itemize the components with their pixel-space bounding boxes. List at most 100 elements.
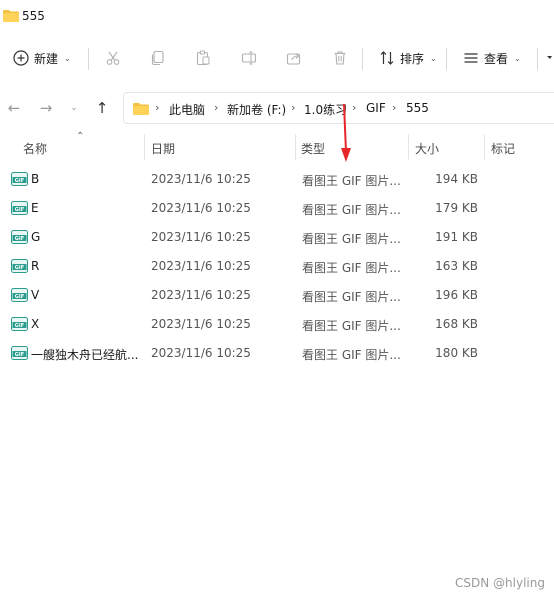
paste-button[interactable] [194, 44, 212, 72]
file-row[interactable]: GIF E 2023/11/6 10:25 看图王 GIF 图片... 179 KB [0, 194, 554, 223]
up-button[interactable]: ↑ [92, 98, 112, 118]
file-name: B [31, 172, 40, 186]
breadcrumb-this-pc[interactable]: 此电脑 [169, 101, 205, 118]
file-type: 看图王 GIF 图片... [302, 232, 401, 246]
command-bar: 新建 ⌄ 排序 ⌄ 查看 ⌄ [0, 36, 554, 80]
column-type[interactable]: 类型 [301, 140, 325, 157]
file-size: 168 KB [435, 317, 478, 331]
file-name: X [31, 317, 40, 331]
gif-file-icon: GIF [11, 317, 28, 331]
column-size[interactable]: 大小 [415, 140, 439, 157]
trash-icon [331, 49, 349, 67]
column-divider[interactable] [144, 134, 145, 160]
gif-file-icon: GIF [11, 288, 28, 302]
folder-icon [3, 10, 19, 22]
file-date: 2023/11/6 10:25 [151, 172, 251, 186]
sort-button-label: 排序 [400, 51, 425, 66]
file-size: 191 KB [435, 230, 478, 244]
file-type: 看图王 GIF 图片... [302, 174, 401, 188]
folder-icon [133, 103, 149, 115]
share-button[interactable] [285, 44, 303, 72]
gif-file-icon: GIF [11, 259, 28, 273]
svg-text:GIF: GIF [15, 265, 24, 271]
file-date: 2023/11/6 10:25 [151, 346, 251, 360]
file-size: 180 KB [435, 346, 478, 360]
copy-button[interactable] [149, 44, 167, 72]
breadcrumb-current[interactable]: 555 [406, 101, 429, 115]
file-row[interactable]: GIF X 2023/11/6 10:25 看图王 GIF 图片... 168 KB [0, 310, 554, 339]
chevron-right-icon: › [392, 101, 397, 114]
file-type: 看图王 GIF 图片... [302, 203, 401, 217]
file-name: G [31, 230, 41, 244]
file-size: 196 KB [435, 288, 478, 302]
chevron-right-icon: › [214, 101, 219, 114]
view-lines-icon [462, 49, 480, 67]
cut-button[interactable] [104, 44, 122, 72]
back-button[interactable]: ← [4, 98, 24, 118]
delete-button[interactable] [331, 44, 349, 72]
file-row[interactable]: GIF V 2023/11/6 10:25 看图王 GIF 图片... 196 KB [0, 281, 554, 310]
file-date: 2023/11/6 10:25 [151, 201, 251, 215]
gif-file-icon: GIF [11, 172, 28, 186]
file-row[interactable]: GIF G 2023/11/6 10:25 看图王 GIF 图片... 191 KB [0, 223, 554, 252]
arrow-left-icon: ← [7, 99, 21, 117]
svg-text:GIF: GIF [15, 323, 24, 329]
column-divider[interactable] [408, 134, 409, 160]
file-name: 一艘独木舟已经航... [31, 348, 139, 362]
window-title: 555 [22, 9, 45, 23]
toolbar-divider [362, 48, 363, 70]
file-type: 看图王 GIF 图片... [302, 319, 401, 333]
file-date: 2023/11/6 10:25 [151, 259, 251, 273]
title-bar: 555 [0, 0, 554, 32]
svg-text:GIF: GIF [15, 207, 24, 213]
sort-button[interactable]: 排序 ⌄ [378, 44, 437, 72]
svg-text:GIF: GIF [15, 236, 24, 242]
breadcrumb-folder-gif[interactable]: GIF [366, 101, 386, 115]
file-date: 2023/11/6 10:25 [151, 230, 251, 244]
new-button[interactable]: 新建 ⌄ [12, 44, 71, 72]
svg-text:GIF: GIF [15, 352, 24, 358]
file-type: 看图王 GIF 图片... [302, 290, 401, 304]
column-divider[interactable] [484, 134, 485, 160]
sort-icon [378, 49, 396, 67]
scissors-icon [104, 49, 122, 67]
file-size: 194 KB [435, 172, 478, 186]
gif-file-icon: GIF [11, 201, 28, 215]
filter-icon[interactable] [545, 48, 554, 68]
watermark: CSDN @hlyling [455, 576, 545, 590]
rename-icon [240, 49, 258, 67]
chevron-down-icon: ⌄ [430, 53, 437, 63]
file-name: E [31, 201, 39, 215]
column-tag[interactable]: 标记 [491, 140, 515, 157]
column-name[interactable]: 名称 [23, 140, 47, 157]
chevron-down-icon: ⌄ [64, 53, 71, 63]
breadcrumb-drive[interactable]: 新加卷 (F:) [227, 101, 286, 118]
view-button[interactable]: 查看 ⌄ [462, 44, 521, 72]
rename-button[interactable] [240, 44, 258, 72]
file-date: 2023/11/6 10:25 [151, 317, 251, 331]
column-header: ⌃ 名称 日期 类型 大小 标记 [0, 131, 554, 160]
file-date: 2023/11/6 10:25 [151, 288, 251, 302]
forward-button[interactable]: → [36, 98, 56, 118]
chevron-right-icon: › [155, 101, 160, 114]
file-size: 179 KB [435, 201, 478, 215]
file-row[interactable]: GIF 一艘独木舟已经航... 2023/11/6 10:25 看图王 GIF 图片.… [0, 339, 554, 368]
file-type: 看图王 GIF 图片... [302, 261, 401, 275]
column-divider[interactable] [295, 134, 296, 160]
file-row[interactable]: GIF R 2023/11/6 10:25 看图王 GIF 图片... 163 KB [0, 252, 554, 281]
toolbar-divider [446, 48, 447, 70]
gif-file-icon: GIF [11, 346, 28, 360]
arrow-up-icon: ↑ [95, 99, 109, 117]
gif-file-icon: GIF [11, 230, 28, 244]
file-row[interactable]: GIF B 2023/11/6 10:25 看图王 GIF 图片... 194 KB [0, 165, 554, 194]
file-list: GIF B 2023/11/6 10:25 看图王 GIF 图片... 194 KB GI… [0, 165, 554, 368]
new-button-label: 新建 [34, 51, 59, 66]
svg-text:GIF: GIF [15, 294, 24, 300]
file-name: R [31, 259, 40, 273]
view-button-label: 查看 [484, 51, 509, 66]
chevron-right-icon: › [291, 101, 296, 114]
column-date[interactable]: 日期 [151, 140, 175, 157]
toolbar-divider [537, 48, 538, 70]
file-type: 看图王 GIF 图片... [302, 348, 401, 362]
recent-locations-button[interactable]: ⌄ [64, 98, 84, 118]
